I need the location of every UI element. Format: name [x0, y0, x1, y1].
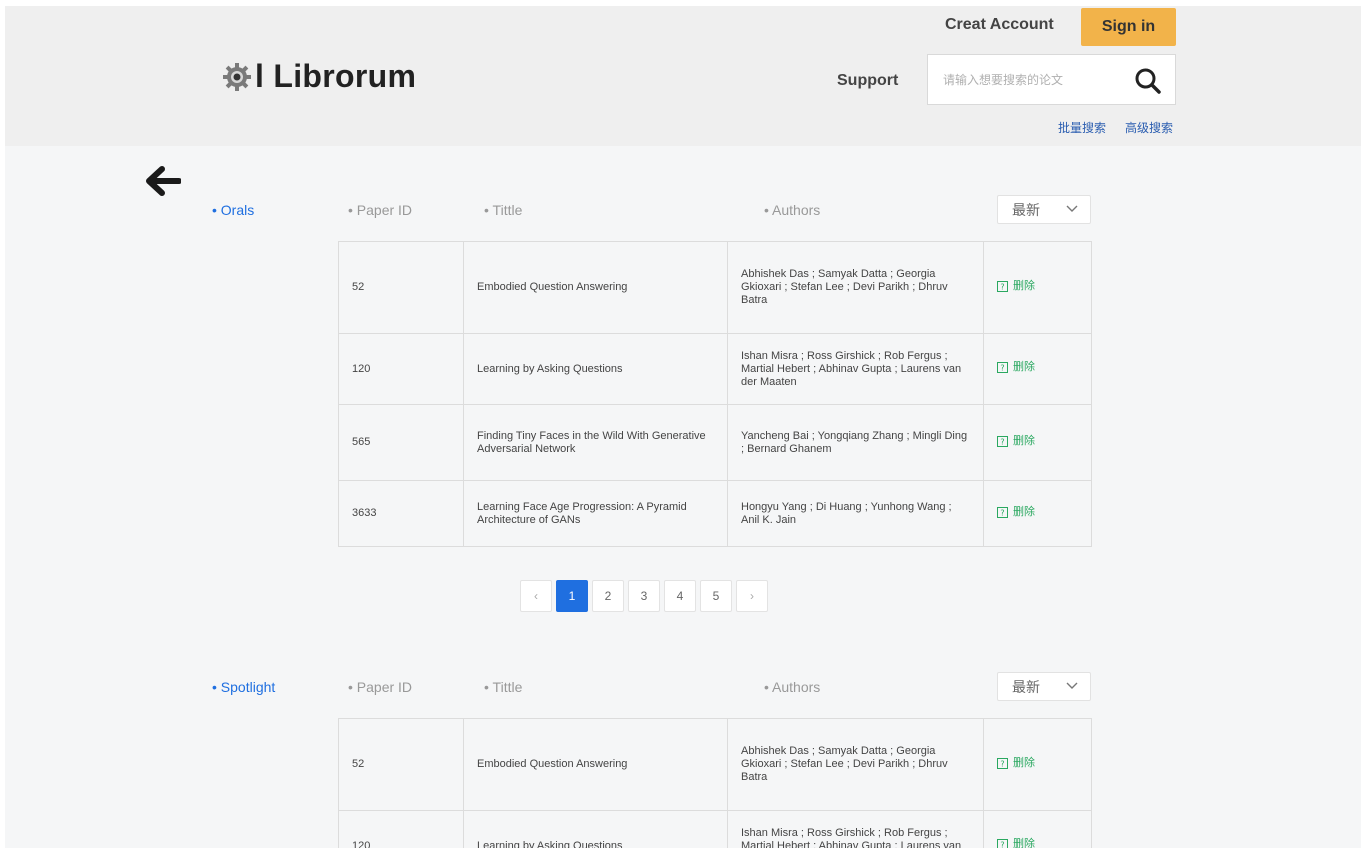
section-label[interactable]: • Spotlight [212, 679, 275, 695]
paper-id-cell: 52 [338, 241, 464, 334]
action-cell: ? 删除 [983, 241, 1092, 334]
paper-authors-cell: Hongyu Yang ; Di Huang ; Yunhong Wang ; … [727, 480, 984, 547]
chevron-down-icon [1066, 682, 1078, 689]
site-header: l Librorum Creat Account Sign in Support… [5, 6, 1361, 146]
delete-icon: ? [997, 280, 1008, 292]
svg-text:?: ? [1000, 759, 1004, 768]
paper-authors-cell: Abhishek Das ; Samyak Datta ; Georgia Gk… [727, 241, 984, 334]
sort-value: 最新 [1012, 201, 1040, 218]
next-page-button[interactable]: › [736, 580, 768, 612]
papers-table: 52 Embodied Question Answering Abhishek … [338, 718, 1092, 848]
chevron-down-icon [1066, 205, 1078, 212]
logo-text: l Librorum [255, 58, 417, 94]
table-row: 120 Learning by Asking Questions Ishan M… [338, 333, 1092, 405]
delete-icon: ? [997, 839, 1008, 848]
delete-label: 删除 [1013, 434, 1035, 447]
svg-text:?: ? [1000, 282, 1004, 291]
paper-authors-cell: Abhishek Das ; Samyak Datta ; Georgia Gk… [727, 718, 984, 811]
delete-button[interactable]: ? 删除 [997, 506, 1035, 519]
svg-text:?: ? [1000, 841, 1004, 848]
column-header-authors: • Authors [764, 679, 821, 695]
page-button-3[interactable]: 3 [628, 580, 660, 612]
delete-label: 删除 [1013, 279, 1035, 292]
paper-id-cell: 120 [338, 810, 464, 848]
column-header-title: • Tittle [484, 679, 523, 695]
delete-button[interactable]: ? 删除 [997, 838, 1035, 848]
paper-authors-cell: Ishan Misra ; Ross Girshick ; Rob Fergus… [727, 333, 984, 405]
table-row: 52 Embodied Question Answering Abhishek … [338, 718, 1092, 811]
table-row: 120 Learning by Asking Questions Ishan M… [338, 810, 1092, 848]
pagination: ‹ 1 2 3 4 5 › [520, 580, 772, 612]
page-button-4[interactable]: 4 [664, 580, 696, 612]
paper-title-cell[interactable]: Embodied Question Answering [463, 241, 728, 334]
column-header-title: • Tittle [484, 202, 523, 218]
support-link[interactable]: Support [837, 72, 898, 90]
paper-id-cell: 3633 [338, 480, 464, 547]
action-cell: ? 删除 [983, 333, 1092, 405]
creat-account-link[interactable]: Creat Account [945, 16, 1054, 34]
app-frame: l Librorum Creat Account Sign in Support… [5, 6, 1361, 848]
delete-icon: ? [997, 506, 1008, 518]
sign-in-button[interactable]: Sign in [1081, 8, 1176, 46]
delete-button[interactable]: ? 删除 [997, 361, 1035, 374]
gear-logo-icon [223, 62, 251, 91]
column-header-paper-id: • Paper ID [348, 679, 413, 695]
delete-button[interactable]: ? 删除 [997, 757, 1035, 770]
batch-search-link[interactable]: 批量搜索 [1058, 119, 1106, 136]
svg-text:?: ? [1000, 437, 1004, 446]
sort-select[interactable]: 最新 [997, 672, 1091, 701]
section-label[interactable]: • Orals [212, 202, 254, 218]
papers-table: 52 Embodied Question Answering Abhishek … [338, 241, 1092, 547]
sort-select[interactable]: 最新 [997, 195, 1091, 224]
delete-label: 删除 [1013, 756, 1035, 769]
search-input[interactable] [943, 72, 1123, 87]
svg-text:?: ? [1000, 364, 1004, 373]
action-cell: ? 删除 [983, 718, 1092, 811]
action-cell: ? 删除 [983, 480, 1092, 547]
delete-icon: ? [997, 435, 1008, 447]
table-row: 565 Finding Tiny Faces in the Wild With … [338, 404, 1092, 481]
page-button-2[interactable]: 2 [592, 580, 624, 612]
column-header-authors: • Authors [764, 202, 821, 218]
paper-title-cell[interactable]: Learning Face Age Progression: A Pyramid… [463, 480, 728, 547]
prev-page-button[interactable]: ‹ [520, 580, 552, 612]
paper-title-cell[interactable]: Learning by Asking Questions [463, 810, 728, 848]
table-row: 52 Embodied Question Answering Abhishek … [338, 241, 1092, 334]
search-box [927, 54, 1176, 105]
page-button-1[interactable]: 1 [556, 580, 588, 612]
table-row: 3633 Learning Face Age Progression: A Py… [338, 480, 1092, 547]
paper-id-cell: 120 [338, 333, 464, 405]
paper-title-cell[interactable]: Learning by Asking Questions [463, 333, 728, 405]
delete-label: 删除 [1013, 505, 1035, 518]
action-cell: ? 删除 [983, 404, 1092, 481]
svg-text:?: ? [1000, 508, 1004, 517]
page-button-5[interactable]: 5 [700, 580, 732, 612]
action-cell: ? 删除 [983, 810, 1092, 848]
advanced-search-link[interactable]: 高级搜索 [1125, 119, 1173, 136]
logo[interactable]: l Librorum [222, 58, 416, 95]
delete-label: 删除 [1013, 361, 1035, 373]
paper-title-cell[interactable]: Finding Tiny Faces in the Wild With Gene… [463, 404, 728, 481]
paper-title-cell[interactable]: Embodied Question Answering [463, 718, 728, 811]
delete-label: 删除 [1013, 838, 1035, 848]
paper-authors-cell: Ishan Misra ; Ross Girshick ; Rob Fergus… [727, 810, 984, 848]
search-icon[interactable] [1133, 66, 1163, 96]
delete-button[interactable]: ? 删除 [997, 280, 1035, 293]
delete-button[interactable]: ? 删除 [997, 435, 1035, 448]
paper-id-cell: 52 [338, 718, 464, 811]
column-header-paper-id: • Paper ID [348, 202, 413, 218]
paper-authors-cell: Yancheng Bai ; Yongqiang Zhang ; Mingli … [727, 404, 984, 481]
delete-icon: ? [997, 362, 1008, 373]
paper-id-cell: 565 [338, 404, 464, 481]
sort-value: 最新 [1012, 678, 1040, 695]
delete-icon: ? [997, 757, 1008, 769]
back-arrow-icon[interactable] [145, 166, 181, 196]
